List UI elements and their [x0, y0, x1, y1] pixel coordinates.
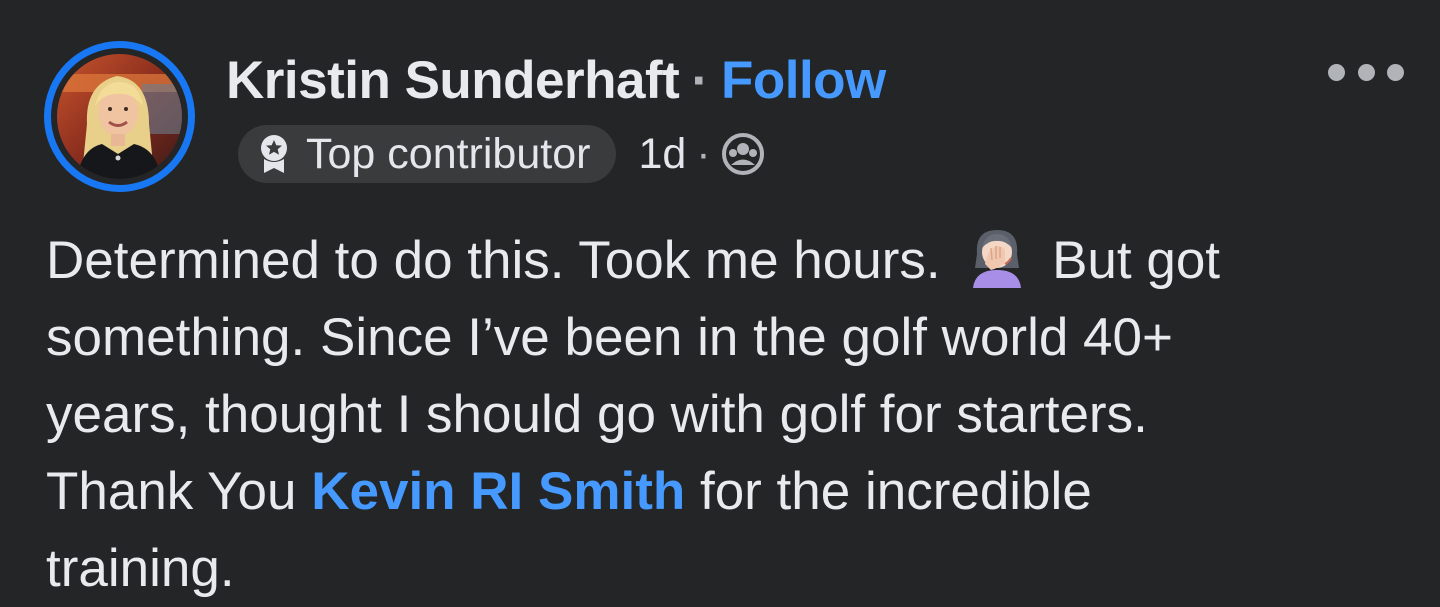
- badge-label: Top contributor: [306, 129, 591, 178]
- facepalm-emoji-icon: [973, 230, 1022, 288]
- avatar[interactable]: [44, 41, 195, 192]
- award-badge-icon: [261, 135, 287, 173]
- meta-separator: ·: [696, 129, 711, 178]
- author-name[interactable]: Kristin Sunderhaft: [226, 50, 680, 111]
- post-line-5: training.: [46, 539, 235, 598]
- post-text-segment: Determined to do this. Took me hours.: [46, 231, 941, 290]
- more-dot: [1357, 63, 1375, 81]
- group-audience-icon[interactable]: [721, 132, 765, 176]
- post-line-3: years, thought I should go with golf for…: [46, 385, 1148, 444]
- post-line-1: Determined to do this. Took me hours. Bu…: [46, 222, 1406, 299]
- follow-button[interactable]: Follow: [721, 50, 886, 111]
- avatar-photo-graphic: [57, 54, 182, 179]
- post-line-2: something. Since I’ve been in the golf w…: [46, 308, 1173, 367]
- post-meta: Top contributor 1d ·: [238, 125, 765, 183]
- post-body: Determined to do this. Took me hours. Bu…: [46, 222, 1406, 607]
- author-line: Kristin Sunderhaft · Follow: [226, 44, 886, 116]
- post-card: Kristin Sunderhaft · Follow Top contribu…: [0, 0, 1440, 607]
- avatar-photo[interactable]: [57, 54, 182, 179]
- post-text-segment: for the incredible: [685, 462, 1092, 521]
- post-text-segment: Thank You: [46, 462, 312, 521]
- more-dot: [1328, 63, 1345, 81]
- post-line-4: Thank You Kevin RI Smith for the incredi…: [46, 453, 1406, 530]
- post-text-segment: But got: [1052, 231, 1221, 290]
- more-dot: [1387, 63, 1404, 81]
- author-separator: ·: [691, 50, 709, 110]
- mention-link[interactable]: Kevin RI Smith: [311, 462, 685, 521]
- post-time[interactable]: 1d: [638, 130, 686, 179]
- top-contributor-badge[interactable]: Top contributor: [238, 125, 617, 183]
- more-options-icon[interactable]: [1328, 58, 1404, 86]
